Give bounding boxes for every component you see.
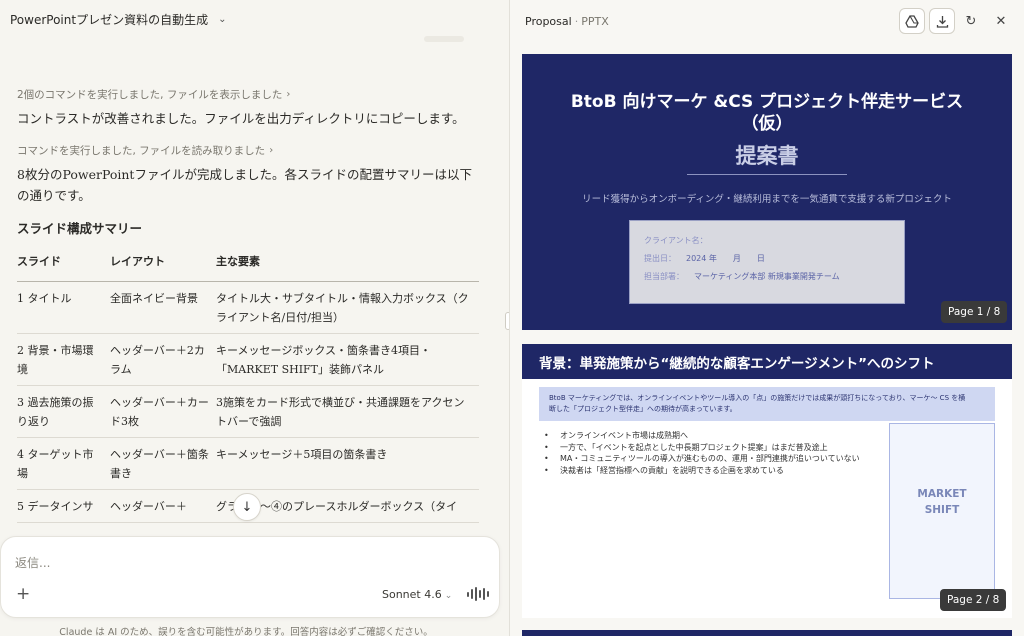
chevron-right-icon: › — [286, 89, 291, 100]
table-cell: キーメッセージ＋5項目の箇条書き — [216, 437, 479, 490]
chat-title: PowerPointプレゼン資料の自動生成 — [10, 12, 209, 27]
chevron-down-icon: ⌄ — [444, 591, 453, 601]
info-date: 提出日： 2024 年 月 日 — [644, 254, 765, 263]
add-attachment-button[interactable]: + — [16, 584, 30, 604]
file-type: PPTX — [581, 14, 609, 28]
waveform-icon — [483, 588, 485, 600]
slide-title: BtoB 向けマーケ &CS プロジェクト伴走サービス （仮） — [522, 91, 1012, 135]
slide-1-thumbnail: BtoB 向けマーケ &CS プロジェクト伴走サービス （仮） 提案書 リード獲… — [522, 54, 1012, 330]
table-header: レイアウト — [110, 253, 216, 282]
slide-2-thumbnail: 背景：単発施策から“継続的な顧客エンゲージメント”へのシフト BtoB マーケテ… — [522, 344, 1012, 618]
info-owner: 担当部署： マーケティング本部 新規事業開発チーム — [644, 272, 840, 281]
chevron-right-icon: › — [269, 145, 274, 156]
composer: 返信... + Sonnet 4.6 ⌄ — [0, 536, 500, 618]
tool-summary-1[interactable]: 2個のコマンドを実行しました, ファイルを表示しました › — [17, 87, 479, 102]
arrow-down-icon: ↓ — [241, 499, 253, 515]
table-cell: ヘッダーバー＋カード3枚 — [110, 385, 216, 438]
table-cell: ヘッダーバー＋箇条書き — [110, 437, 216, 490]
chat-pane: PowerPointプレゼン資料の自動生成 ⌄ 2個のコマンドを実行しました, … — [0, 0, 509, 636]
panel-text: MARKET — [917, 488, 967, 500]
file-name: Proposal — [525, 14, 572, 28]
table-cell: 3 過去施策の振り返り — [17, 385, 110, 438]
waveform-icon — [467, 591, 469, 597]
save-to-drive-button[interactable] — [899, 8, 925, 34]
table-row: 1 タイトル 全面ネイビー背景 タイトル大・サブタイトル・情報入力ボックス（クラ… — [17, 281, 479, 334]
slide-lead: リード獲得からオンボーディング・継続利用までを一気通貫で支援する新プロジェクト — [582, 194, 952, 205]
table-cell: ヘッダーバー＋ — [110, 489, 216, 523]
waveform-icon — [471, 589, 473, 599]
table-cell: 3施策をカード形式で横並び・共通課題をアクセントバーで強調 — [216, 385, 479, 438]
table-row: 4 ターゲット市場 ヘッダーバー＋箇条書き キーメッセージ＋5項目の箇条書き — [17, 437, 479, 490]
slide-subtitle: 提案書 — [735, 144, 799, 168]
page-indicator: Page 2 / 8 — [940, 589, 1007, 611]
chat-title-button[interactable]: PowerPointプレゼン資料の自動生成 ⌄ — [0, 0, 509, 38]
info-client: クライアント名： — [644, 236, 708, 245]
assistant-text: コントラストが改善されました。ファイルを出力ディレクトリにコピーします。 — [17, 111, 465, 126]
close-button[interactable]: ✕ — [988, 8, 1014, 34]
voice-mode-button[interactable] — [467, 587, 489, 601]
tool-summary-label: コマンドを実行しました, ファイルを読み取りました — [17, 145, 266, 157]
table-row: 2 背景・市場環境 ヘッダーバー＋2カラム キーメッセージボックス・箇条書き4項… — [17, 333, 479, 386]
separator: · — [574, 14, 579, 28]
model-selector[interactable]: Sonnet 4.6 ⌄ — [382, 588, 452, 601]
panel-text: SHIFT — [924, 504, 960, 516]
slide-summary-table: スライド レイアウト 主な要素 1 タイトル 全面ネイビー背景 タイトル大・サブ… — [17, 253, 479, 523]
table-cell: 1 タイトル — [17, 281, 110, 334]
subtitle-underline — [687, 174, 847, 175]
info-input-box: クライアント名： 提出日： 2024 年 月 日 担当部署： マーケティング本部 新… — [629, 220, 905, 304]
refresh-icon: ↻ — [965, 13, 977, 29]
scroll-fade — [424, 36, 464, 42]
slide-header-bar: 背景：単発施策から“継続的な顧客エンゲージメント”へのシフト — [522, 344, 1012, 379]
waveform-icon — [479, 590, 481, 598]
bullet-item: • 一方で、「イベントを起点とした中長期プロジェクト提案」はまだ普及途上 — [544, 442, 828, 452]
message-list: 2個のコマンドを実行しました, ファイルを表示しました › コントラストが改善さ… — [17, 80, 479, 523]
slide-title-line: （仮） — [741, 114, 793, 134]
scroll-to-bottom-button[interactable]: ↓ — [233, 493, 261, 521]
download-button[interactable] — [929, 8, 955, 34]
key-message-line: 断した「プロジェクト型伴走」への期待が高まっています。 — [549, 405, 737, 413]
tool-summary-2[interactable]: コマンドを実行しました, ファイルを読み取りました › — [17, 143, 479, 158]
table-header: スライド — [17, 253, 110, 282]
table-cell: キーメッセージボックス・箇条書き4項目・「MARKET SHIFT」装飾パネル — [216, 333, 479, 386]
slide-title-line: BtoB 向けマーケ &CS プロジェクト伴走サービス — [570, 92, 964, 112]
tool-summary-label: 2個のコマンドを実行しました, ファイルを表示しました — [17, 89, 283, 101]
key-message-line: BtoB マーケティングでは、オンラインイベントやツール導入の「点」の施策だけで… — [549, 394, 966, 402]
page-indicator: Page 1 / 8 — [941, 301, 1008, 323]
table-cell: 全面ネイビー背景 — [110, 281, 216, 334]
model-name: Sonnet 4.6 — [382, 588, 442, 601]
close-icon: ✕ — [995, 13, 1007, 29]
table-cell: ヘッダーバー＋2カラム — [110, 333, 216, 386]
bullet-item: • 決裁者は「経営指標への貢献」を説明できる企画を求めている — [544, 465, 784, 475]
reply-input[interactable]: 返信... — [15, 554, 50, 571]
assistant-text: 8枚分のPowerPointファイルが完成しました。各スライドの配置サマリーは以… — [17, 167, 472, 203]
waveform-icon — [475, 587, 477, 601]
bullet-item: • オンラインイベント市場は成熟期へ — [544, 431, 688, 440]
slide-3-thumbnail — [522, 630, 1012, 636]
table-cell: 2 背景・市場環境 — [17, 333, 110, 386]
key-message-box: BtoB マーケティングでは、オンラインイベントやツール導入の「点」の施策だけで… — [539, 387, 995, 421]
download-icon — [936, 15, 948, 28]
table-header-row: スライド レイアウト 主な要素 — [17, 253, 479, 282]
bullet-item: • MA・コミュニティツールの導入が進むものの、運用・部門連携が追いついていない — [544, 454, 860, 463]
drive-icon — [905, 14, 919, 28]
market-shift-panel: MARKET SHIFT — [889, 423, 995, 599]
section-heading: スライド構成サマリー — [17, 221, 143, 236]
waveform-icon — [487, 591, 489, 597]
table-header: 主な要素 — [216, 253, 479, 282]
table-row: 3 過去施策の振り返り ヘッダーバー＋カード3枚 3施策をカード形式で横並び・共… — [17, 385, 479, 438]
refresh-button[interactable]: ↻ — [958, 8, 984, 34]
bullet-list: • オンラインイベント市場は成熟期へ • 一方で、「イベントを起点とした中長期プロジ… — [544, 430, 904, 476]
table-cell: 5 データインサ — [17, 489, 110, 523]
artifact-preview-pane: Proposal · PPTX ↻ ✕ BtoB 向けマーケ &CS プロジェク… — [509, 0, 1024, 636]
table-cell: タイトル大・サブタイトル・情報入力ボックス（クライアント名/日付/担当） — [216, 281, 479, 334]
disclaimer: Claude は AI のため、誤りを含む可能性があります。回答内容は必ずご確認… — [59, 627, 433, 636]
table-cell: 4 ターゲット市場 — [17, 437, 110, 490]
chevron-down-icon: ⌄ — [218, 13, 227, 25]
